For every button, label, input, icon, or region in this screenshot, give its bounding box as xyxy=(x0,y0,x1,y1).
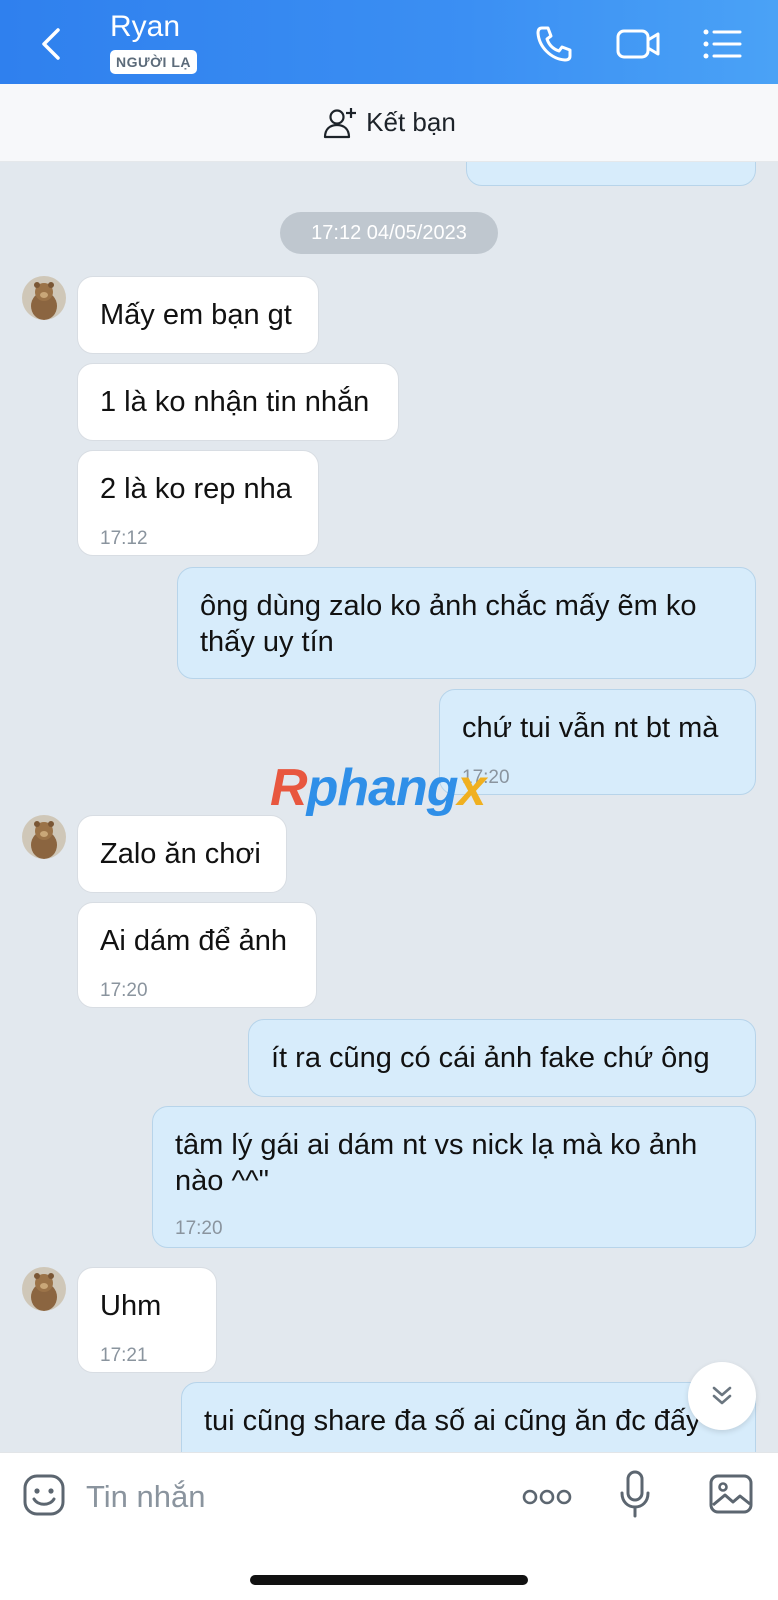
message-bubble-outgoing[interactable]: ít ra cũng có cái ảnh fake chứ ông xyxy=(248,1019,756,1097)
stranger-badge: NGƯỜI LẠ xyxy=(110,50,197,74)
home-indicator xyxy=(250,1575,528,1585)
watermark-logo: Rphangx xyxy=(270,759,486,817)
voice-message-button[interactable] xyxy=(618,1469,652,1519)
bear-avatar-icon xyxy=(22,815,66,859)
message-bubble-incoming[interactable]: 1 là ko nhận tin nhắn xyxy=(77,363,399,441)
message-text: Uhm xyxy=(100,1290,162,1322)
message-timestamp: 17:12 xyxy=(100,528,148,549)
send-image-button[interactable] xyxy=(708,1473,754,1515)
message-text: chứ tui vẫn nt bt mà xyxy=(462,712,719,744)
more-options-button[interactable] xyxy=(522,1487,572,1507)
message-bubble-outgoing[interactable]: tâm lý gái ai dám nt vs nick lạ mà ko ản… xyxy=(152,1106,756,1248)
phone-icon xyxy=(536,26,572,62)
message-bubble-incoming[interactable]: Zalo ăn chơi xyxy=(77,815,287,893)
contact-name[interactable]: Ryan xyxy=(110,10,180,44)
message-bubble-outgoing[interactable]: tui cũng share đa số ai cũng ăn đc đấy xyxy=(181,1382,756,1452)
back-chevron-icon xyxy=(42,28,60,60)
message-bubble-incoming[interactable]: Ai dám để ảnh 17:20 xyxy=(77,902,317,1008)
voice-call-button[interactable] xyxy=(532,22,576,66)
message-text: Ai dám để ảnh xyxy=(100,925,288,957)
message-text: ông dùng zalo ko ảnh chắc mấy ẽm ko thấy… xyxy=(200,590,697,658)
video-call-icon xyxy=(616,29,660,59)
message-bubble-outgoing[interactable]: chứ tui vẫn nt bt mà 17:20 xyxy=(439,689,756,795)
message-timestamp: 17:20 xyxy=(100,980,148,1001)
message-text: 2 là ko rep nha xyxy=(100,473,292,505)
add-friend-button[interactable]: Kết bạn xyxy=(0,84,778,162)
menu-list-icon xyxy=(703,29,742,59)
date-separator: 17:12 04/05/2023 xyxy=(280,212,498,254)
chat-header: Ryan NGƯỜI LẠ xyxy=(0,0,778,84)
message-text: tui cũng share đa số ai cũng ăn đc đấy xyxy=(204,1405,701,1437)
message-timestamp: 17:21 xyxy=(100,1345,148,1366)
message-bubble-incoming[interactable]: Mấy em bạn gt xyxy=(77,276,319,354)
contact-avatar[interactable] xyxy=(22,276,66,320)
bear-avatar-icon xyxy=(22,1267,66,1311)
double-chevron-down-icon xyxy=(712,1386,732,1405)
bear-avatar-icon xyxy=(22,276,66,320)
sticker-button[interactable] xyxy=(22,1473,66,1517)
image-gallery-icon xyxy=(709,1474,753,1514)
message-bubble-outgoing[interactable]: ông dùng zalo ko ảnh chắc mấy ẽm ko thấy… xyxy=(177,567,756,679)
message-text: Zalo ăn chơi xyxy=(100,838,261,870)
composer-bar xyxy=(0,1452,778,1600)
message-timestamp: 17:20 xyxy=(175,1218,223,1239)
add-person-icon xyxy=(324,107,357,138)
emoji-face-icon xyxy=(23,1474,65,1516)
contact-avatar[interactable] xyxy=(22,1267,66,1311)
back-button[interactable] xyxy=(36,26,70,62)
message-text: Mấy em bạn gt xyxy=(100,299,292,331)
message-text: tâm lý gái ai dám nt vs nick lạ mà ko ản… xyxy=(175,1129,698,1197)
video-call-button[interactable] xyxy=(614,22,660,66)
message-bubble-incoming[interactable]: Uhm 17:21 xyxy=(77,1267,217,1373)
message-text: ít ra cũng có cái ảnh fake chứ ông xyxy=(271,1042,710,1074)
more-dots-icon xyxy=(522,1489,572,1505)
message-input[interactable] xyxy=(86,1475,486,1519)
add-friend-label: Kết bạn xyxy=(366,107,456,137)
scroll-to-bottom-button[interactable] xyxy=(688,1362,756,1430)
message-text: 1 là ko nhận tin nhắn xyxy=(100,386,370,418)
contact-avatar[interactable] xyxy=(22,815,66,859)
message-bubble-incoming[interactable]: 2 là ko rep nha 17:12 xyxy=(77,450,319,556)
microphone-icon xyxy=(620,1470,650,1518)
chat-menu-button[interactable] xyxy=(700,22,744,66)
